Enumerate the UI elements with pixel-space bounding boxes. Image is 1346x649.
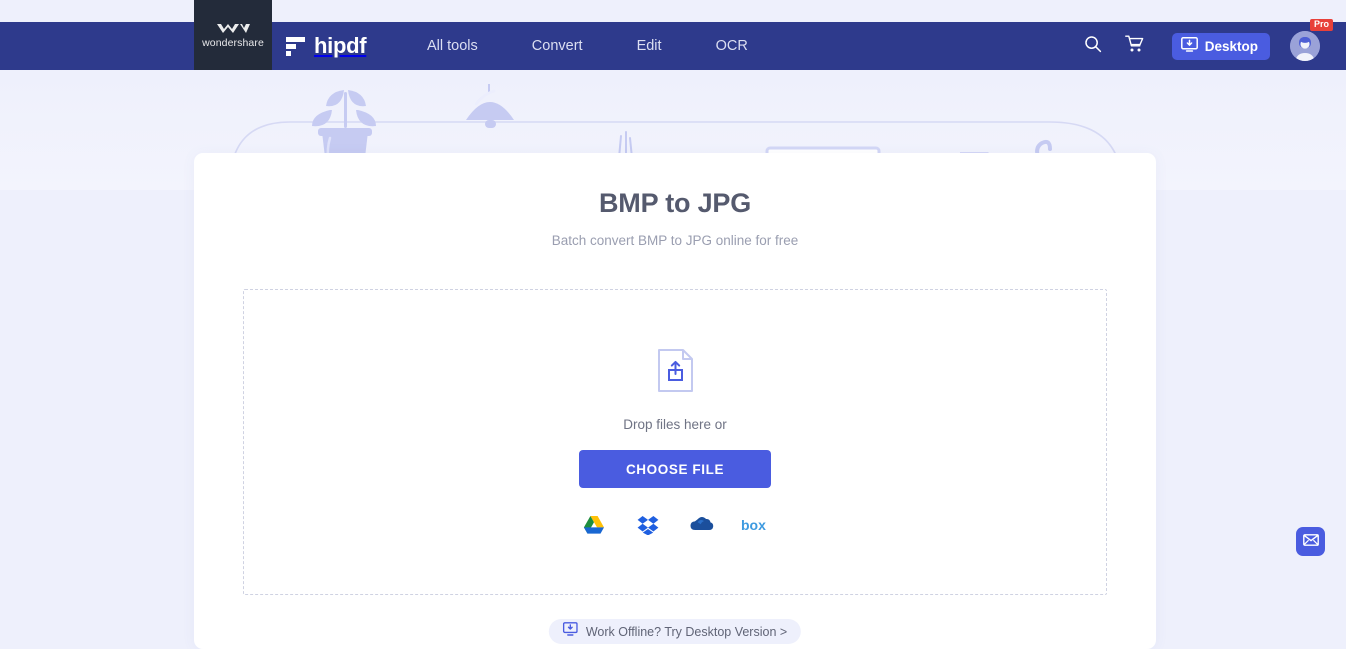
svg-text:box: box <box>741 517 766 533</box>
pro-badge: Pro <box>1309 19 1333 31</box>
search-button[interactable] <box>1072 22 1114 70</box>
cloud-sources: box <box>581 514 769 540</box>
hipdf-mark-icon <box>286 36 305 56</box>
wondershare-label: wondershare <box>202 36 264 49</box>
monitor-download-icon <box>562 622 578 641</box>
wondershare-w-icon <box>216 22 250 34</box>
navbar-actions: Desktop Pro <box>1072 19 1346 70</box>
desktop-button-label: Desktop <box>1204 38 1258 54</box>
cart-button[interactable] <box>1114 22 1156 70</box>
nav-item-ocr[interactable]: OCR <box>689 38 775 54</box>
dropbox-icon <box>637 515 659 540</box>
drop-files-label: Drop files here or <box>623 417 727 432</box>
nav-item-all-tools[interactable]: All tools <box>400 38 505 54</box>
page-title: BMP to JPG <box>598 188 752 218</box>
choose-file-button[interactable]: CHOOSE FILE <box>579 450 771 488</box>
dropbox-button[interactable] <box>635 514 661 540</box>
hipdf-wordmark: hipdf <box>314 33 367 58</box>
main-menu: All tools Convert Edit OCR <box>400 22 775 70</box>
user-avatar-icon <box>1290 31 1320 61</box>
work-offline-label: Work Offline? Try Desktop Version > <box>585 624 788 639</box>
box-button[interactable]: box <box>741 514 771 540</box>
envelope-icon <box>1302 533 1319 551</box>
search-icon <box>1084 35 1102 58</box>
onedrive-button[interactable] <box>689 514 715 540</box>
desktop-app-button[interactable]: Desktop <box>1171 32 1270 60</box>
wondershare-logo-block[interactable]: wondershare <box>194 0 272 70</box>
contact-mail-button[interactable] <box>1296 527 1325 556</box>
box-icon: box <box>741 517 771 538</box>
page-subtitle: Batch convert BMP to JPG online for free <box>551 233 799 248</box>
shopping-cart-icon <box>1125 35 1144 58</box>
file-upload-icon <box>657 348 694 398</box>
tool-card: BMP to JPG Batch convert BMP to JPG onli… <box>194 153 1156 649</box>
google-drive-icon <box>583 515 605 540</box>
hipdf-logo[interactable]: hipdf <box>286 33 367 59</box>
nav-item-edit[interactable]: Edit <box>610 38 689 54</box>
onedrive-icon <box>690 516 714 538</box>
google-drive-button[interactable] <box>581 514 607 540</box>
monitor-download-icon <box>1180 37 1198 55</box>
account-menu[interactable]: Pro <box>1290 19 1333 61</box>
nav-item-convert[interactable]: Convert <box>505 38 610 54</box>
page-root: wondershare hipdf All tools Convert Edit… <box>0 0 1346 649</box>
file-dropzone[interactable]: Drop files here or CHOOSE FILE box <box>243 289 1107 595</box>
work-offline-link[interactable]: Work Offline? Try Desktop Version > <box>548 619 802 644</box>
